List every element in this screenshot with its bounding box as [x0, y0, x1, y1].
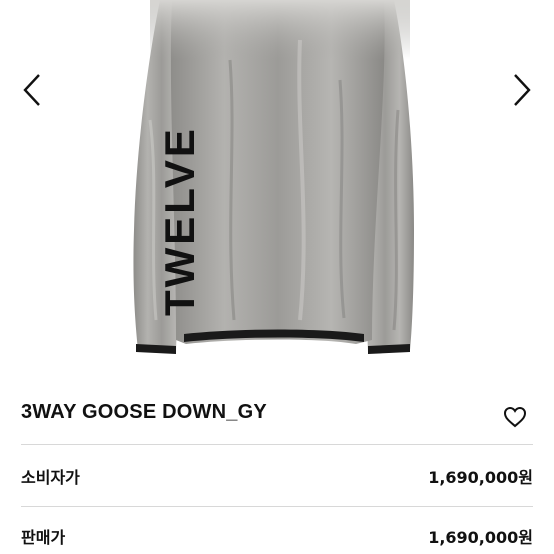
- product-title: 3WAY GOOSE DOWN_GY: [21, 401, 267, 423]
- msrp-value: 1,690,000원: [428, 468, 533, 487]
- divider: [21, 506, 533, 507]
- chevron-right-icon: [514, 74, 531, 106]
- chevron-left-icon: [23, 74, 40, 106]
- sale-price-value: 1,690,000원: [428, 528, 533, 547]
- product-title-row: 3WAY GOOSE DOWN_GY: [0, 372, 554, 444]
- price-row-msrp: 소비자가 1,690,000원: [21, 456, 533, 496]
- gallery-next-button[interactable]: [506, 70, 538, 110]
- sale-price-label: 판매가: [21, 528, 66, 547]
- price-row-sale: 판매가 1,690,000원: [21, 516, 533, 554]
- gallery-prev-button[interactable]: [16, 70, 48, 110]
- jacket-print-text: TWELVE: [156, 126, 203, 316]
- wishlist-button[interactable]: [502, 404, 528, 430]
- heart-outline-icon: [503, 406, 527, 428]
- msrp-label: 소비자가: [21, 468, 80, 487]
- product-image: TWELVE: [133, 0, 414, 354]
- svg-text:TWELVE: TWELVE: [156, 126, 203, 316]
- product-image-gallery[interactable]: TWELVE: [0, 0, 554, 372]
- divider: [21, 444, 533, 445]
